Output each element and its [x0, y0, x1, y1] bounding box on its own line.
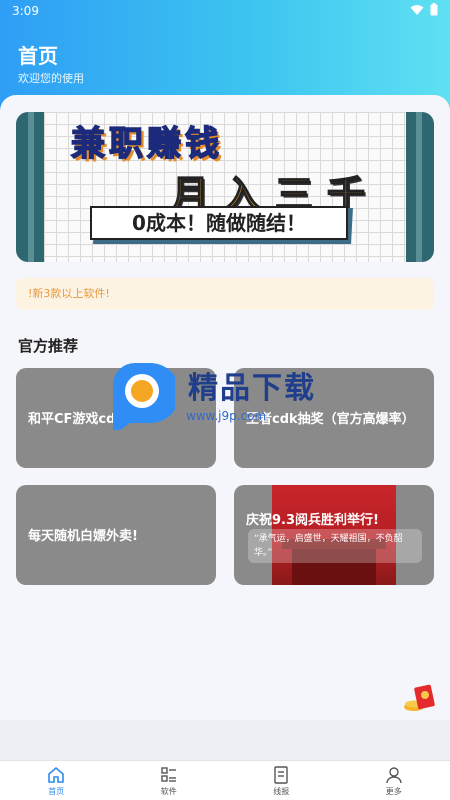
battery-icon — [430, 3, 438, 16]
card-free-takeout[interactable]: 每天随机白嫖外卖! — [16, 485, 216, 585]
watermark: 精品下载 www.j9p.com — [100, 355, 360, 435]
user-icon — [386, 766, 402, 783]
tab-news[interactable]: 线报 — [225, 761, 338, 800]
status-time: 3:09 — [12, 4, 39, 18]
watermark-logo-icon — [113, 363, 175, 430]
main-content: 兼职赚钱 月入三千 0成本！随做随结！ !新3款以上软件! 官方推荐 和平CF游… — [0, 95, 450, 720]
promo-banner[interactable]: 兼职赚钱 月入三千 0成本！随做随结！ — [16, 112, 434, 262]
banner-left-stripe — [28, 112, 34, 262]
page-subtitle: 欢迎您的使用 — [18, 72, 84, 85]
tab-label: 软件 — [160, 786, 177, 796]
tab-label: 更多 — [385, 786, 402, 796]
bottom-tab-bar: 首页 软件 线报 更多 — [0, 760, 450, 800]
wifi-icon — [410, 4, 424, 15]
home-icon — [48, 766, 65, 783]
card-quote: “承气运，启盛世，天耀祖国，不负韶华。” — [248, 529, 422, 563]
card-parade[interactable]: 庆祝9.3阅兵胜利举行! “承气运，启盛世，天耀祖国，不负韶华。” — [234, 485, 434, 585]
red-envelope-icon[interactable] — [402, 683, 438, 713]
tab-home[interactable]: 首页 — [0, 761, 113, 800]
watermark-url: www.j9p.com — [186, 409, 267, 423]
document-icon — [274, 765, 288, 784]
tab-software[interactable]: 软件 — [113, 761, 226, 800]
tab-label: 线报 — [273, 786, 290, 796]
tab-more[interactable]: 更多 — [338, 761, 450, 800]
card-label: 庆祝9.3阅兵胜利举行! — [246, 513, 379, 528]
status-bar: 3:09 — [0, 0, 450, 22]
tab-label: 首页 — [48, 786, 65, 796]
watermark-title: 精品下载 — [188, 371, 316, 406]
page-title: 首页 — [18, 44, 58, 68]
banner-headline: 兼职赚钱 — [70, 123, 223, 165]
section-title: 官方推荐 — [18, 337, 79, 355]
list-icon — [161, 766, 176, 782]
banner-right-stripe — [416, 112, 422, 262]
status-icons — [410, 3, 438, 16]
notice-bar[interactable]: !新3款以上软件! — [16, 278, 434, 310]
banner-tagline: 0成本！随做随结！ — [90, 206, 348, 240]
card-label: 每天随机白嫖外卖! — [28, 529, 138, 544]
